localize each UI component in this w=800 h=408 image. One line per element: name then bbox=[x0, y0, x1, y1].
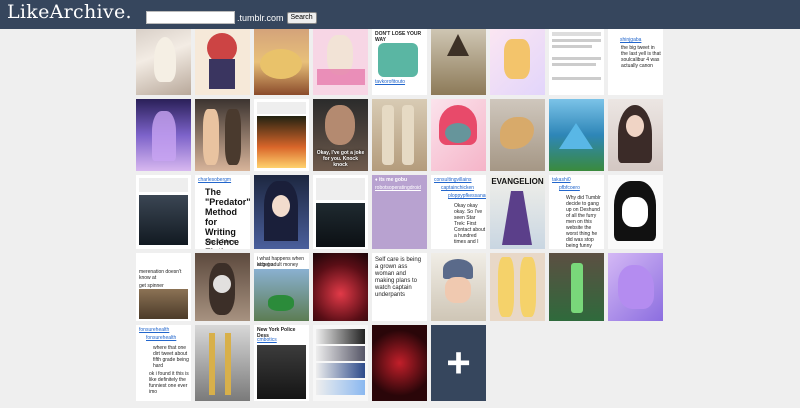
plus-icon: + bbox=[446, 339, 471, 386]
post-tile-star-trek-text[interactable]: consultingvillains captainchicken ploppy… bbox=[431, 175, 486, 249]
post-text: Step 1 Take a bbox=[205, 239, 236, 245]
post-text: where that one dirt tweet about fifth gr… bbox=[153, 345, 189, 369]
post-tile-manga[interactable] bbox=[608, 175, 663, 249]
post-text: ok i found it this is like definitely th… bbox=[149, 371, 189, 395]
post-tile-glitch-pillars[interactable] bbox=[195, 325, 250, 401]
post-tile-anime-girl-blue[interactable] bbox=[254, 175, 309, 249]
post-text: Self care is being a grown ass woman and… bbox=[375, 257, 422, 298]
post-tile-red-orb[interactable] bbox=[313, 253, 368, 321]
post-tile-tweet-screenshot[interactable] bbox=[549, 29, 604, 95]
post-author-link[interactable]: cmbotics bbox=[257, 337, 277, 343]
post-author-link[interactable]: charlesobergm bbox=[198, 177, 231, 183]
post-text: Why did Tumblr decide to gang up on Desh… bbox=[566, 195, 601, 249]
post-tile-sailor-moon[interactable] bbox=[490, 253, 545, 321]
post-tile-video-man[interactable] bbox=[195, 253, 250, 321]
post-tile-star-wars[interactable] bbox=[313, 175, 368, 249]
gif-caption: Okay, I've got a joke for you. Knock kno… bbox=[316, 150, 365, 168]
post-tile-its-me-gobu[interactable]: ♦ its me gobu robotsoperatingdroid bbox=[372, 175, 427, 249]
post-tile-green-bottle[interactable] bbox=[549, 253, 604, 321]
search-button[interactable]: Search bbox=[286, 11, 317, 24]
post-tile-nypd[interactable]: New York Police Dess cmbotics bbox=[254, 325, 309, 401]
post-header: ♦ its me gobu bbox=[375, 177, 407, 183]
post-author-link[interactable]: fonsurehealth bbox=[146, 335, 176, 341]
post-tile-witch[interactable] bbox=[431, 29, 486, 95]
app-logo[interactable]: LikeArchive. bbox=[7, 1, 132, 23]
post-tile-beanie-cosplay[interactable] bbox=[431, 253, 486, 321]
post-tile-anime-redhead[interactable] bbox=[431, 99, 486, 171]
post-text: Okay okay okay. So I've seen Star Trek: … bbox=[454, 203, 486, 245]
post-tile-red-creature[interactable] bbox=[372, 325, 427, 401]
post-tile-predator-method[interactable]: charlesobergm The "Predator" Method for … bbox=[195, 175, 250, 249]
post-tile-cartoon[interactable] bbox=[195, 29, 250, 95]
post-author-link[interactable]: takashi0 bbox=[552, 177, 571, 183]
search-form: .tumblr.com Search bbox=[146, 11, 317, 24]
post-tile-soulcalibur-text[interactable]: shinjgaba the big tweet in the last yell… bbox=[608, 29, 663, 95]
domain-suffix: .tumblr.com bbox=[237, 12, 284, 23]
post-tile-adult-money[interactable]: i what happens when kids go at get adult… bbox=[254, 253, 309, 321]
post-author-link[interactable]: tavkorofitouto bbox=[375, 79, 405, 85]
post-author-link[interactable]: pfbfcoero bbox=[559, 185, 580, 191]
post-tile-purple-pony[interactable] bbox=[608, 253, 663, 321]
post-tile-fire-video[interactable] bbox=[254, 99, 309, 171]
post-tile-tumblr-text[interactable]: takashi0 pfbfcoero Why did Tumblr decide… bbox=[549, 175, 604, 249]
post-tile-self-care-text[interactable]: Self care is being a grown ass woman and… bbox=[372, 253, 427, 321]
post-title: EVANGELION bbox=[491, 177, 544, 186]
post-tile-seashell[interactable] bbox=[490, 99, 545, 171]
post-tile-dont-lose-your-way[interactable]: DON'T LOSE YOUR WAY tavkorofitouto bbox=[372, 29, 427, 95]
post-tile-boots[interactable] bbox=[372, 99, 427, 171]
post-tile-fifth-grade-text[interactable]: fonsurehealth fonsurehealth where that o… bbox=[136, 325, 191, 401]
post-tile-purple-ghost[interactable] bbox=[136, 99, 191, 171]
post-tile-anime-character[interactable] bbox=[490, 29, 545, 95]
post-author-link[interactable]: ploppypfkessanaut bbox=[448, 193, 486, 199]
post-author-link[interactable]: consultingvillains bbox=[434, 177, 472, 183]
post-tile-cosplay-blonde[interactable] bbox=[136, 29, 191, 95]
post-tile-evangelion[interactable]: EVANGELION bbox=[490, 175, 545, 249]
blog-name-input[interactable] bbox=[146, 11, 235, 24]
post-tile-cosplay-pair[interactable] bbox=[195, 99, 250, 171]
post-author-link[interactable]: captainchicken bbox=[441, 185, 474, 191]
post-tile-ramen[interactable] bbox=[254, 29, 309, 95]
post-tile-brain-meme[interactable] bbox=[313, 325, 368, 401]
post-tile-harrison-ford-gif[interactable]: Okay, I've got a joke for you. Knock kno… bbox=[313, 99, 368, 171]
post-tile-anime-pink[interactable] bbox=[313, 29, 368, 95]
load-more-button[interactable]: + bbox=[431, 325, 486, 401]
post-author-link[interactable]: robotsoperatingdroid bbox=[375, 185, 421, 191]
post-tile-pyramid[interactable] bbox=[549, 99, 604, 171]
post-text: the big tweet in the last yell is that s… bbox=[621, 45, 661, 69]
post-tile-portrait[interactable] bbox=[608, 99, 663, 171]
post-tile-video-tweet[interactable] bbox=[136, 175, 191, 249]
top-bar: LikeArchive. .tumblr.com Search bbox=[0, 0, 800, 29]
post-author-link[interactable]: fonsurehealth bbox=[139, 327, 169, 333]
post-tile-spinner-meme[interactable]: merenation doesn't know at get spinner bbox=[136, 253, 191, 321]
